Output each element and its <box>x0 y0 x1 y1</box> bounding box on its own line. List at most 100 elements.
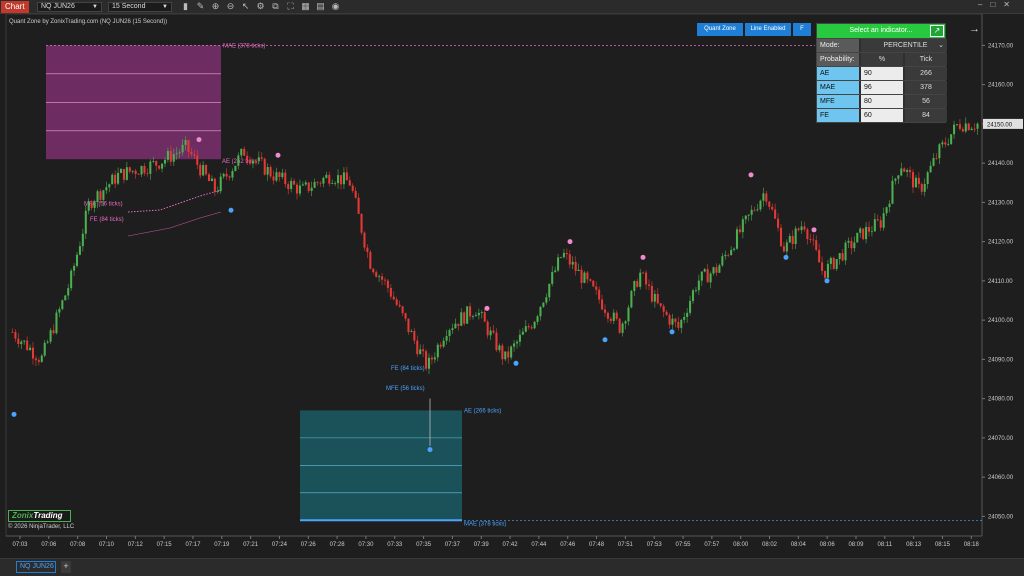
candle-body <box>627 307 630 322</box>
candle-body <box>818 249 821 263</box>
candle-body <box>829 257 832 264</box>
candle-body <box>653 293 656 302</box>
candle-body <box>307 182 310 191</box>
candle-body <box>774 209 777 219</box>
candle-body <box>158 165 161 169</box>
candle-body <box>81 233 84 247</box>
candle-body <box>765 193 768 202</box>
candle-body <box>99 191 102 200</box>
y-tick-label: 24060.00 <box>988 475 1014 481</box>
candle-body <box>815 240 818 250</box>
candle-body <box>873 219 876 232</box>
candle-body <box>266 167 269 175</box>
candle-body <box>571 261 574 265</box>
row-name: AE <box>817 67 859 80</box>
upper-mae-label: MAE (378 ticks) <box>223 43 265 49</box>
candle-body <box>876 219 879 221</box>
candle-body <box>381 276 384 280</box>
candle-body <box>586 272 589 280</box>
candle-body <box>17 338 20 345</box>
candle-body <box>439 344 442 347</box>
candle-body <box>495 332 498 351</box>
chevron-down-icon: ⌄ <box>938 42 944 49</box>
line-enabled-button[interactable]: Line Enabled <box>745 23 791 36</box>
candle-body <box>436 344 439 358</box>
candle-body <box>812 239 815 241</box>
arrow-right-icon[interactable]: → <box>969 23 980 35</box>
candle-body <box>545 297 548 303</box>
candle-body <box>885 207 888 214</box>
candle-body <box>929 165 932 173</box>
candle-body <box>967 123 970 131</box>
candle-body <box>642 272 645 274</box>
swing-high-marker <box>640 254 646 260</box>
mode-value: PERCENTILE <box>883 42 928 49</box>
tab-nq-jun26[interactable]: NQ JUN26 <box>16 561 56 573</box>
x-tick-label: 07:46 <box>560 542 576 548</box>
candle-body <box>433 357 436 360</box>
x-tick-label: 08:18 <box>964 542 980 548</box>
candle-body <box>84 210 87 234</box>
candle-body <box>316 181 319 183</box>
candle-body <box>826 263 829 278</box>
candle-body <box>52 330 55 334</box>
f-button[interactable]: F <box>793 23 811 36</box>
candle-body <box>442 340 445 347</box>
candle-body <box>193 154 196 156</box>
candle-body <box>891 180 894 204</box>
candle-body <box>263 158 266 175</box>
percent-input[interactable]: 96 <box>861 81 903 94</box>
candle-body <box>369 252 372 269</box>
candle-body <box>791 236 794 245</box>
mode-dropdown[interactable]: PERCENTILE ⌄ <box>861 39 947 52</box>
candle-body <box>636 281 639 287</box>
tick-value: 84 <box>905 109 947 122</box>
indicator-panel: Select an indicator... ↗ Mode: PERCENTIL… <box>816 23 947 123</box>
candle-body <box>304 182 307 185</box>
candle-body <box>753 209 756 211</box>
candle-body <box>870 231 873 233</box>
candle-body <box>492 330 495 333</box>
candle-body <box>254 161 257 162</box>
candle-body <box>290 180 293 190</box>
x-tick-label: 07:33 <box>387 542 403 548</box>
candle-body <box>548 283 551 298</box>
candle-body <box>609 318 612 321</box>
candle-body <box>401 306 404 314</box>
candle-body <box>184 140 187 145</box>
add-tab-button[interactable]: + <box>61 561 71 573</box>
percent-input[interactable]: 60 <box>861 109 903 122</box>
candle-body <box>542 302 545 307</box>
candle-body <box>122 169 125 180</box>
candle-body <box>460 312 463 326</box>
candle-body <box>331 183 334 185</box>
candle-body <box>533 321 536 329</box>
candle-body <box>463 312 466 324</box>
external-link-icon[interactable]: ↗ <box>930 25 944 37</box>
tick-value: 378 <box>905 81 947 94</box>
percent-input[interactable]: 90 <box>861 67 903 80</box>
percent-input[interactable]: 80 <box>861 95 903 108</box>
candle-body <box>205 165 208 175</box>
candle-body <box>821 262 824 271</box>
candle-body <box>785 242 788 252</box>
candle-body <box>947 143 950 145</box>
candle-body <box>853 242 856 249</box>
x-tick-label: 07:03 <box>12 542 28 548</box>
swing-low-marker <box>669 329 675 335</box>
candle-body <box>287 184 290 190</box>
candle-body <box>551 271 554 284</box>
candle-body <box>964 123 967 132</box>
quant-zone-button[interactable]: Quant Zone <box>697 23 743 36</box>
candle-body <box>483 312 486 322</box>
candle-body <box>143 165 146 174</box>
candle-body <box>240 148 243 156</box>
candle-body <box>40 355 43 362</box>
x-tick-label: 07:48 <box>589 542 605 548</box>
candle-body <box>125 167 128 180</box>
indicator-select-button[interactable]: Select an indicator... ↗ <box>817 24 945 38</box>
candle-body <box>163 159 167 164</box>
candle-body <box>301 184 304 186</box>
candle-body <box>75 254 79 266</box>
candle-body <box>222 173 225 177</box>
